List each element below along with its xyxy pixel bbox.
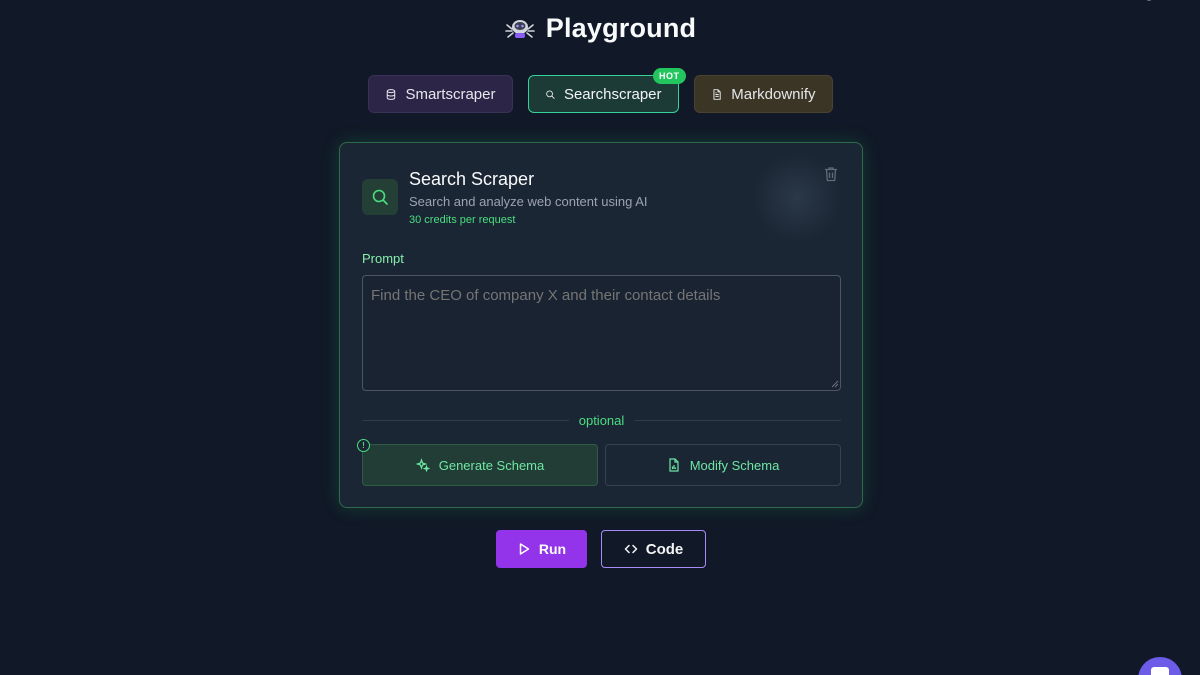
code-icon [624, 544, 637, 554]
search-icon [545, 89, 555, 99]
generate-schema-button[interactable]: Generate Schema [362, 444, 598, 486]
chat-icon [1151, 667, 1169, 675]
document-icon [712, 88, 721, 100]
tab-label: Searchscraper [563, 85, 662, 103]
hot-badge: HOT [653, 68, 686, 84]
search-scraper-card: Search Scraper Search and analyze web co… [339, 142, 863, 508]
card-title: Search Scraper [409, 169, 535, 189]
tab-searchscraper[interactable]: Searchscraper HOT [527, 68, 686, 113]
run-button[interactable]: Run [496, 530, 587, 568]
run-label: Run [538, 541, 567, 557]
spider-robot-icon [504, 20, 535, 38]
code-button[interactable]: Code [601, 530, 706, 568]
database-icon [386, 88, 395, 100]
card-subtitle: Search and analyze web content using AI [409, 194, 648, 209]
modify-schema-label: Modify Schema [689, 457, 780, 473]
play-icon [519, 543, 530, 555]
code-label: Code [645, 540, 684, 558]
trash-icon[interactable] [822, 165, 840, 183]
divider-line [362, 420, 569, 421]
tab-label: Smartscraper [405, 85, 496, 103]
chat-widget-button[interactable] [1138, 657, 1182, 675]
card-icon-badge [362, 179, 398, 215]
modify-schema-button[interactable]: Modify Schema [605, 444, 841, 486]
info-icon[interactable]: ! [357, 439, 370, 452]
divider-label: optional [578, 413, 625, 428]
divider-line [634, 420, 842, 421]
tab-smartscraper[interactable]: Smartscraper [367, 75, 513, 113]
resize-handle-icon[interactable] [830, 379, 839, 388]
window-edge-handle [1146, 0, 1152, 1]
search-icon [372, 189, 388, 205]
credits-info: 30 credits per request [409, 214, 516, 226]
page-header: Playground [0, 12, 1200, 44]
prompt-input[interactable] [362, 275, 841, 391]
prompt-label: Prompt [362, 251, 404, 266]
generate-schema-label: Generate Schema [438, 457, 545, 473]
tab-markdownify[interactable]: Markdownify [693, 75, 833, 113]
page-title: Playground [545, 12, 697, 43]
file-chart-icon [669, 458, 679, 472]
optional-divider: optional [362, 413, 842, 428]
tab-label: Markdownify [731, 85, 816, 103]
sparkles-icon [415, 458, 430, 472]
tool-tabs: Smartscraper Searchscraper HOT Markdowni… [0, 68, 1200, 113]
